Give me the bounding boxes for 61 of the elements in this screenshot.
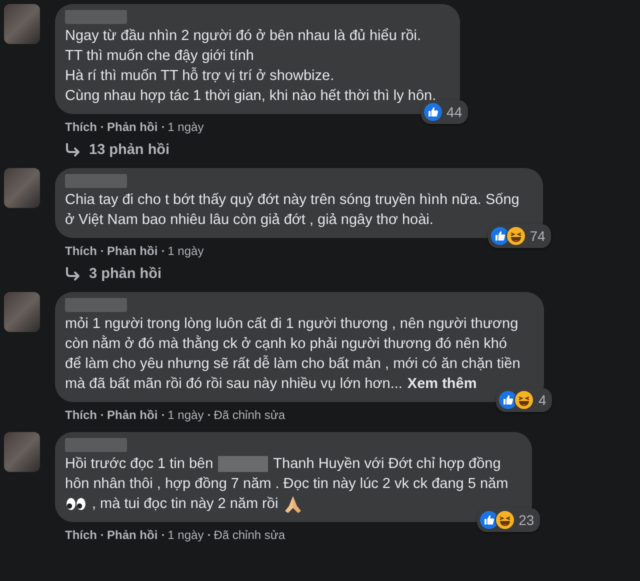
edited-label: Đã chỉnh sửa	[214, 528, 286, 542]
see-more-link[interactable]: Xem thêm	[407, 374, 477, 394]
comment-text: Ngay từ đầu nhìn 2 người đó ở bên nhau là đủ hiểu rồi.	[65, 27, 422, 46]
comment-text: hôn nhân thôi , hợp đồng 7 năm . Đọc tin này lúc 2 vk ck đang 5 năm	[65, 475, 508, 494]
blurred-name	[65, 174, 127, 188]
blurred-avatar	[4, 168, 40, 208]
comment-text: còn nằm ở đó mà thằng ck ở cạnh ko phải người thương đó nên khó	[65, 334, 507, 354]
like-icon	[422, 102, 443, 122]
comment-text: mà đã bất mãn rồi đó rồi sau này nhiều vụ lớn hơn...	[65, 375, 402, 394]
view-replies-link[interactable]: 13 phản hồi	[89, 142, 170, 158]
comment-text: Hà rí thì muốn TT hỗ trợ vị trí ở showbize.	[65, 66, 334, 86]
separator-dot	[162, 414, 164, 416]
blurred-name	[65, 298, 127, 312]
timestamp: 1 ngày	[168, 528, 204, 542]
separator-dot	[101, 126, 103, 128]
separator-dot	[208, 414, 210, 416]
comment-text: ở Việt Nam bao nhiêu lâu còn giả đớt , giả ngây thơ hoài.	[65, 211, 434, 230]
comment-text: , mà tui đọc tin này 2 năm rồi	[92, 495, 278, 514]
blurred-avatar	[4, 432, 40, 472]
blurred-avatar	[4, 4, 40, 44]
blurred-text	[218, 456, 268, 472]
separator-dot	[208, 534, 210, 536]
reaction-badge[interactable]: 74	[488, 224, 552, 248]
like-link[interactable]: Thích	[65, 244, 97, 258]
separator-dot	[162, 250, 164, 252]
like-link[interactable]: Thích	[65, 528, 97, 542]
comment-text: để làm cho yêu nhưng sẽ rất dễ làm cho bất mản , mới có ăn chặn tiền	[65, 354, 520, 374]
separator-dot	[101, 250, 103, 252]
view-replies-link[interactable]: 3 phản hồi	[89, 266, 162, 282]
reaction-badge[interactable]: 4	[496, 388, 552, 412]
comment-text: TT thì muốn che đậy giới tính	[65, 47, 254, 66]
comment-text: mỏi 1 người trong lòng luôn cất đi 1 người thương , nên người thương	[65, 315, 518, 334]
separator-dot	[101, 414, 103, 416]
separator-dot	[162, 126, 164, 128]
laughing-face-icon	[494, 510, 515, 530]
reaction-badge[interactable]: 23	[476, 508, 540, 532]
reply-arrow-icon	[65, 143, 81, 157]
reply-link[interactable]: Phản hồi	[107, 408, 158, 422]
reply-link[interactable]: Phản hồi	[107, 120, 158, 134]
laughing-face-icon	[506, 226, 526, 246]
timestamp: 1 ngày	[168, 244, 204, 258]
timestamp: 1 ngày	[168, 408, 204, 422]
reply-link[interactable]: Phản hồi	[107, 528, 158, 542]
reply-arrow-icon	[65, 267, 81, 281]
reply-link[interactable]: Phản hồi	[107, 244, 158, 258]
separator-dot	[162, 534, 164, 536]
praying-hands-emoji-icon	[283, 494, 304, 514]
edited-label: Đã chỉnh sửa	[214, 408, 286, 422]
reaction-badge[interactable]: 44	[420, 100, 468, 124]
timestamp: 1 ngày	[168, 120, 204, 134]
comment-text: Thanh Huyền với Đớt chỉ hợp đồng	[273, 455, 501, 474]
like-link[interactable]: Thích	[65, 120, 97, 134]
blurred-avatar	[4, 292, 40, 332]
separator-dot	[101, 534, 103, 536]
laughing-face-icon	[514, 390, 534, 410]
comment-text: Hồi trước đọc 1 tin bên	[65, 455, 214, 474]
comment-text: Chia tay đi cho t bớt thấy quỷ đớt này trên sóng truyền hình nữa. Sống	[65, 191, 520, 210]
eyes-emoji-icon	[65, 497, 87, 511]
like-link[interactable]: Thích	[65, 408, 97, 422]
blurred-name	[65, 10, 127, 24]
blurred-name	[65, 438, 127, 452]
